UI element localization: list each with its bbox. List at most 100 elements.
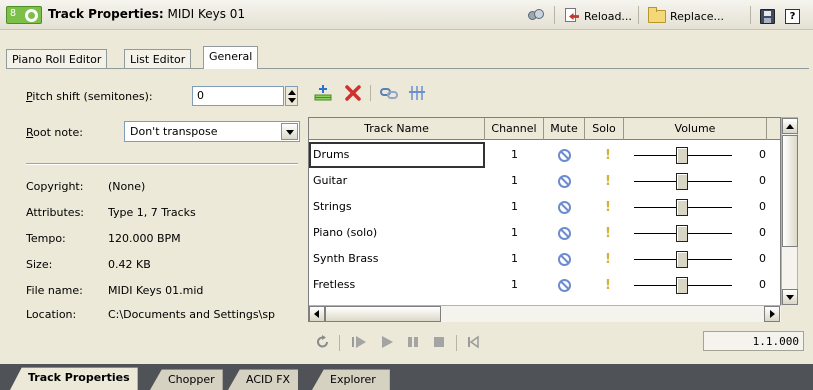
transport-separator (339, 335, 340, 351)
attributes-label: Attributes: (26, 206, 85, 219)
track-name[interactable]: Drums (309, 142, 485, 168)
play-from-start-button[interactable] (348, 332, 370, 352)
position-readout[interactable]: 1.1.000 (703, 331, 804, 351)
column-header-mute[interactable]: Mute (544, 118, 585, 140)
track-name[interactable]: Fretless (309, 272, 485, 298)
solo-icon[interactable]: ! (605, 200, 611, 215)
track-row[interactable]: Synth Brass 1 ! 0 (309, 246, 780, 272)
solo-icon[interactable]: ! (605, 252, 611, 267)
copyright-value: (None) (108, 180, 146, 193)
column-header-track-name[interactable]: Track Name (309, 118, 485, 140)
track-channel[interactable]: 1 (485, 142, 544, 168)
track-row[interactable]: Guitar 1 ! 0 (309, 168, 780, 194)
save-disk-icon (760, 8, 775, 24)
volume-slider-thumb[interactable] (676, 225, 688, 242)
replace-label: Replace... (670, 9, 725, 23)
volume-slider-thumb[interactable] (676, 251, 688, 268)
tab-chopper[interactable]: Chopper (150, 369, 223, 390)
loop-button[interactable] (312, 332, 334, 352)
track-name[interactable]: Guitar (309, 168, 485, 194)
spin-up-icon[interactable] (288, 90, 296, 95)
chevron-right-icon (770, 310, 775, 318)
tab-list-editor[interactable]: List Editor (124, 49, 192, 68)
tab-acid-fx[interactable]: ACID FX (228, 369, 299, 390)
tab-piano-roll-editor[interactable]: Piano Roll Editor (6, 49, 108, 68)
column-header-volume[interactable]: Volume (624, 118, 767, 140)
column-header-solo[interactable]: Solo (585, 118, 624, 140)
scroll-right-button[interactable] (764, 306, 780, 322)
form-divider (26, 163, 298, 164)
root-note-select[interactable]: Don't transpose (124, 121, 300, 142)
replace-button[interactable]: Replace... (648, 6, 724, 26)
split-tracks-button[interactable] (406, 82, 428, 104)
scroll-up-button[interactable] (782, 118, 798, 134)
tab-general[interactable]: General (203, 46, 259, 69)
pitch-shift-input[interactable]: 0 (192, 86, 284, 106)
mute-icon[interactable] (558, 227, 571, 240)
solo-icon[interactable]: ! (605, 278, 611, 293)
tab-track-properties[interactable]: Track Properties (10, 367, 138, 390)
track-channel[interactable]: 1 (485, 272, 544, 298)
solo-icon[interactable]: ! (605, 174, 611, 189)
horizontal-scroll-thumb[interactable] (325, 306, 441, 322)
tempo-label: Tempo: (26, 232, 66, 245)
play-button[interactable] (376, 332, 398, 352)
track-row[interactable]: Piano (solo) 1 ! 0 (309, 220, 780, 246)
mute-icon[interactable] (558, 175, 571, 188)
volume-slider-thumb[interactable] (676, 199, 688, 216)
go-to-start-button[interactable] (462, 332, 484, 352)
track-volume-value: 0 (759, 174, 766, 187)
split-icon (409, 86, 425, 100)
stop-button[interactable] (428, 332, 450, 352)
pause-button[interactable] (402, 332, 424, 352)
volume-slider-thumb[interactable] (676, 277, 688, 294)
track-name[interactable]: Synth Brass (309, 246, 485, 272)
delete-track-button[interactable] (342, 82, 364, 104)
save-button[interactable] (760, 6, 775, 26)
link-tracks-button[interactable] (378, 82, 400, 104)
track-name[interactable]: Strings (309, 194, 485, 220)
track-channel[interactable]: 1 (485, 168, 544, 194)
mute-icon[interactable] (558, 149, 571, 162)
track-row[interactable]: Fretless 1 ! 0 (309, 272, 780, 298)
spin-down-icon[interactable] (288, 98, 296, 103)
mute-icon[interactable] (558, 279, 571, 292)
tab-explorer[interactable]: Explorer (312, 369, 390, 390)
mute-icon[interactable] (558, 201, 571, 214)
chevron-down-icon (786, 295, 794, 300)
solo-icon[interactable]: ! (605, 226, 611, 241)
pause-icon (408, 337, 418, 347)
properties-people-button[interactable] (527, 6, 545, 26)
help-button[interactable]: ? (785, 6, 800, 26)
add-track-button[interactable] (312, 82, 334, 104)
vertical-scrollbar[interactable] (781, 117, 798, 306)
scroll-down-button[interactable] (782, 289, 798, 305)
volume-slider-thumb[interactable] (676, 173, 688, 190)
track-channel[interactable]: 1 (485, 220, 544, 246)
pitch-shift-spinner[interactable] (285, 86, 298, 106)
track-name[interactable]: Piano (solo) (309, 220, 485, 246)
volume-slider-thumb[interactable] (676, 147, 688, 164)
track-row[interactable]: Strings 1 ! 0 (309, 194, 780, 220)
header-separator (554, 6, 555, 24)
track-channel[interactable]: 1 (485, 246, 544, 272)
track-volume-value: 0 (759, 148, 766, 161)
people-icon (527, 8, 545, 24)
track-row[interactable]: Drums 1 ! 0 (309, 142, 780, 168)
solo-icon[interactable]: ! (605, 148, 611, 163)
transport-separator (456, 335, 457, 351)
track-channel[interactable]: 1 (485, 194, 544, 220)
vertical-scroll-thumb[interactable] (782, 135, 798, 247)
window-number-badge[interactable]: 8 (6, 6, 42, 24)
chevron-down-icon[interactable] (281, 123, 298, 140)
link-icon (380, 88, 398, 99)
horizontal-scrollbar[interactable] (309, 305, 781, 322)
window-title-bold: Track Properties: (48, 7, 164, 21)
mute-icon[interactable] (558, 253, 571, 266)
track-volume-value: 0 (759, 252, 766, 265)
size-value: 0.42 KB (108, 258, 151, 271)
reload-button[interactable]: Reload... (564, 6, 632, 26)
filename-value: MIDI Keys 01.mid (108, 284, 204, 297)
column-header-channel[interactable]: Channel (485, 118, 544, 140)
scroll-left-button[interactable] (309, 306, 325, 322)
